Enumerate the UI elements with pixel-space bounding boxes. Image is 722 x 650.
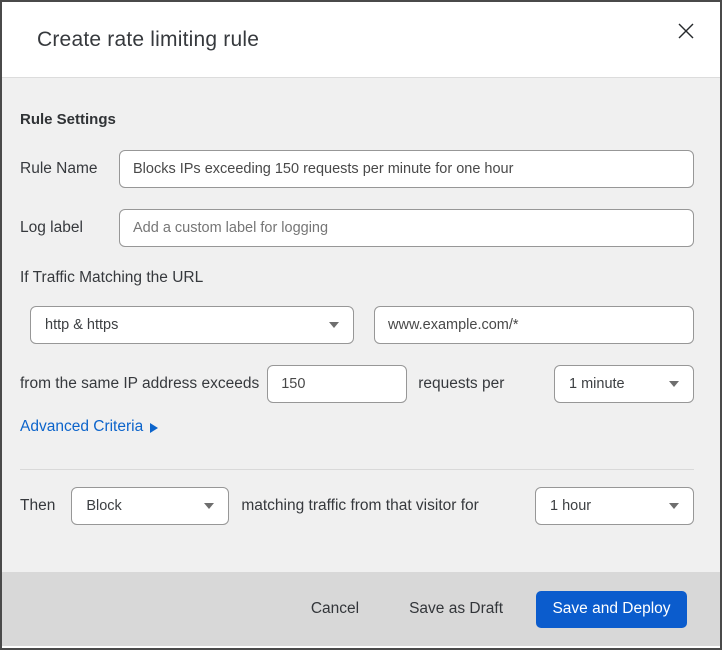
rule-name-label: Rule Name xyxy=(20,160,98,177)
action-row: Then Block matching traffic from that vi… xyxy=(20,487,694,525)
action-select-value: Block xyxy=(86,498,122,514)
url-pattern-input[interactable] xyxy=(374,306,694,344)
modal-title: Create rate limiting rule xyxy=(37,27,260,51)
url-match-row: http & https xyxy=(20,306,694,344)
rate-limit-modal: Create rate limiting rule Rule Settings … xyxy=(0,0,722,650)
action-select[interactable]: Block xyxy=(71,487,230,525)
cancel-button[interactable]: Cancel xyxy=(307,594,363,624)
log-label-input[interactable] xyxy=(119,209,694,247)
threshold-row: from the same IP address exceeds request… xyxy=(20,365,694,403)
chevron-down-icon xyxy=(329,322,339,328)
rule-settings-heading: Rule Settings xyxy=(20,111,116,128)
chevron-down-icon xyxy=(204,503,215,509)
chevron-down-icon xyxy=(669,503,679,509)
action-middle-label: matching traffic from that visitor for xyxy=(241,497,479,514)
period-select-value: 1 minute xyxy=(569,376,625,392)
requests-per-label: requests per xyxy=(418,375,505,392)
modal-footer: Cancel Save as Draft Save and Deploy xyxy=(2,572,720,646)
rule-name-input[interactable] xyxy=(119,150,694,188)
section-divider xyxy=(20,469,694,470)
modal-header: Create rate limiting rule xyxy=(2,2,720,78)
scheme-select[interactable]: http & https xyxy=(30,306,354,344)
period-select[interactable]: 1 minute xyxy=(554,365,694,403)
close-icon xyxy=(677,22,695,43)
log-label-label: Log label xyxy=(20,219,83,236)
save-and-deploy-button[interactable]: Save and Deploy xyxy=(536,590,687,628)
advanced-criteria-row: Advanced Criteria xyxy=(20,418,694,436)
duration-select[interactable]: 1 hour xyxy=(535,487,694,525)
then-label: Then xyxy=(20,497,56,514)
close-button[interactable] xyxy=(673,19,699,45)
scheme-select-value: http & https xyxy=(45,317,119,333)
duration-select-value: 1 hour xyxy=(550,498,592,514)
save-as-draft-button[interactable]: Save as Draft xyxy=(405,594,507,624)
modal-body: Rule Settings Rule Name Log label If Tra… xyxy=(2,78,720,572)
request-count-input[interactable] xyxy=(267,365,408,403)
advanced-criteria-label: Advanced Criteria xyxy=(20,418,144,435)
traffic-match-heading: If Traffic Matching the URL xyxy=(20,269,204,286)
caret-right-icon xyxy=(150,423,159,433)
chevron-down-icon xyxy=(669,381,679,387)
threshold-prefix-label: from the same IP address exceeds xyxy=(20,375,260,392)
advanced-criteria-link[interactable]: Advanced Criteria xyxy=(20,418,159,436)
rule-name-row: Rule Name xyxy=(20,150,694,188)
log-label-row: Log label xyxy=(20,209,694,247)
